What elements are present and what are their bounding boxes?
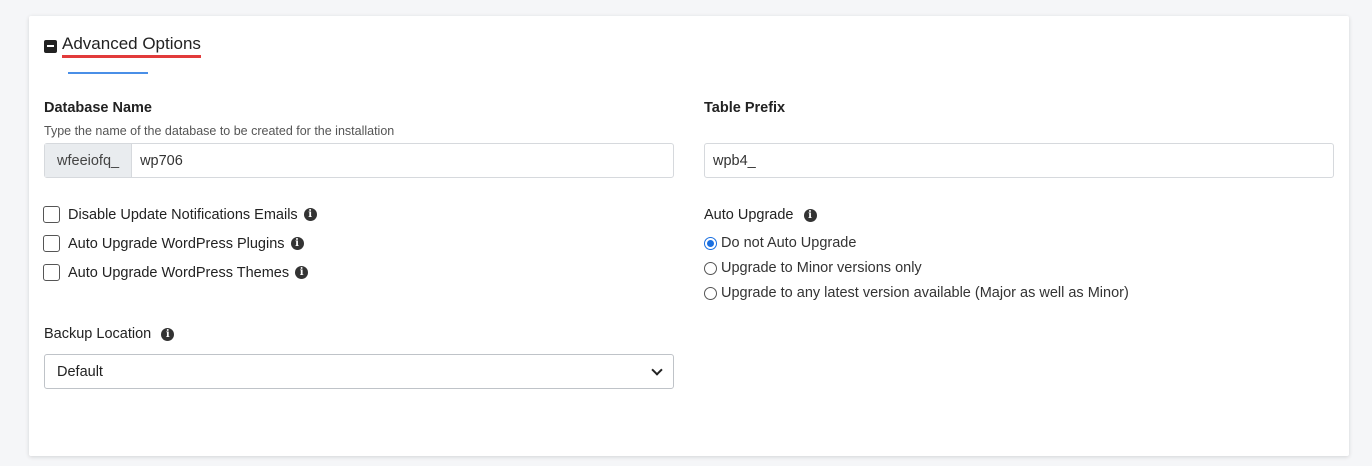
- radio-upgrade-minor[interactable]: Upgrade to Minor versions only: [704, 260, 922, 276]
- info-icon[interactable]: i: [303, 208, 317, 221]
- database-name-label: Database Name: [44, 100, 152, 116]
- advanced-options-toggle[interactable]: Advanced Options: [44, 34, 201, 58]
- auto-upgrade-label-text: Auto Upgrade: [704, 207, 794, 223]
- section-title[interactable]: Advanced Options: [62, 34, 201, 58]
- chevron-down-icon[interactable]: [651, 363, 663, 376]
- checkbox[interactable]: [43, 235, 60, 252]
- radio-label[interactable]: Upgrade to Minor versions only: [721, 260, 922, 276]
- database-name-field: wfeeiofq_: [44, 143, 674, 178]
- radio-button-selected[interactable]: [704, 236, 717, 250]
- checkbox-auto-upgrade-plugins[interactable]: Auto Upgrade WordPress Plugins i: [43, 235, 304, 252]
- info-icon[interactable]: i: [161, 327, 175, 341]
- checkbox-label[interactable]: Auto Upgrade WordPress Plugins: [68, 236, 285, 252]
- backup-location-label-text: Backup Location: [44, 326, 152, 342]
- radio-label[interactable]: Upgrade to any latest version available …: [721, 285, 1129, 301]
- radio-no-auto-upgrade[interactable]: Do not Auto Upgrade: [704, 235, 856, 251]
- info-icon[interactable]: i: [803, 208, 817, 222]
- backup-location-label: Backup Location i: [44, 326, 175, 342]
- auto-upgrade-label: Auto Upgrade i: [704, 207, 817, 223]
- backup-location-value[interactable]: Default: [57, 364, 103, 380]
- info-icon[interactable]: i: [290, 237, 304, 250]
- checkbox[interactable]: [43, 206, 60, 223]
- radio-upgrade-any[interactable]: Upgrade to any latest version available …: [704, 285, 1129, 301]
- database-prefix-addon: wfeeiofq_: [45, 144, 133, 177]
- backup-location-select[interactable]: Default: [44, 354, 674, 389]
- advanced-options-card: Advanced Options Database Name Type the …: [29, 16, 1349, 456]
- table-prefix-input[interactable]: [705, 144, 1333, 177]
- table-prefix-label: Table Prefix: [704, 100, 786, 116]
- database-name-input[interactable]: [132, 144, 673, 177]
- checkbox[interactable]: [43, 264, 60, 281]
- checkbox-disable-update-emails[interactable]: Disable Update Notifications Emails i: [43, 206, 317, 223]
- checkbox-label[interactable]: Auto Upgrade WordPress Themes: [68, 265, 289, 281]
- tab-underline: [68, 72, 148, 74]
- database-name-hint: Type the name of the database to be crea…: [44, 124, 395, 138]
- minus-square-icon[interactable]: [44, 39, 57, 53]
- info-icon[interactable]: i: [295, 266, 309, 279]
- radio-button[interactable]: [704, 261, 717, 275]
- checkbox-auto-upgrade-themes[interactable]: Auto Upgrade WordPress Themes i: [43, 264, 309, 281]
- table-prefix-field: [704, 143, 1334, 178]
- radio-button[interactable]: [704, 286, 717, 300]
- checkbox-label[interactable]: Disable Update Notifications Emails: [68, 207, 298, 223]
- radio-label[interactable]: Do not Auto Upgrade: [721, 235, 856, 251]
